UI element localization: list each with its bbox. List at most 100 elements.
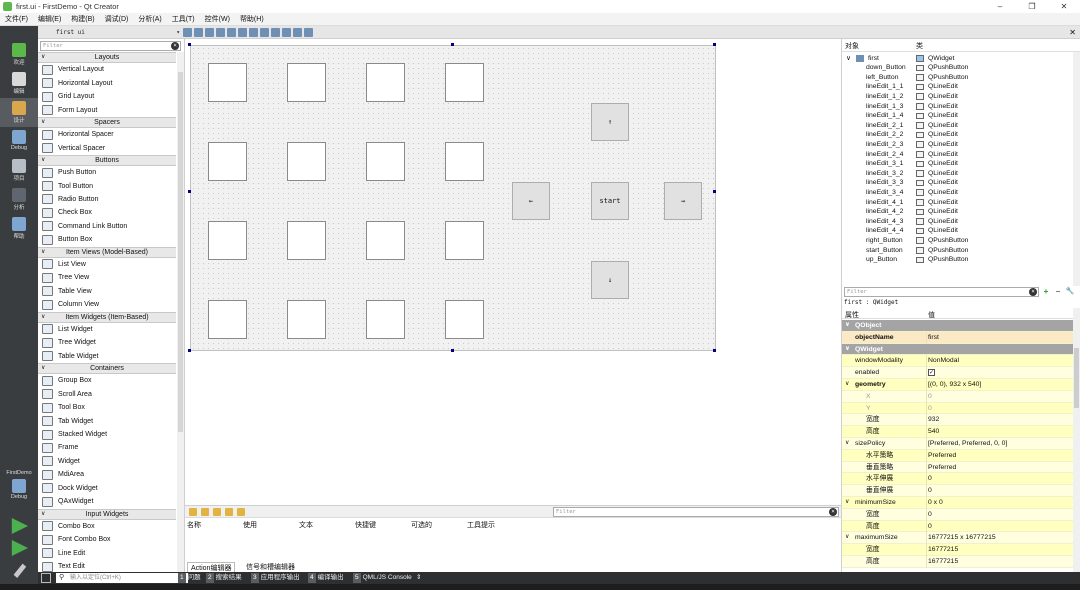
action-filter-input[interactable]: Filter × (553, 507, 839, 517)
scrollbar-thumb[interactable] (178, 72, 183, 432)
mode-3[interactable]: Debug (0, 127, 38, 156)
line-edit-3-2[interactable] (287, 221, 326, 260)
widget-item[interactable]: Command Link Button (38, 220, 176, 233)
property-value[interactable]: 0 (928, 485, 932, 497)
property-value[interactable]: 0 (928, 391, 932, 403)
selection-handle[interactable] (188, 43, 191, 46)
line-edit-3-1[interactable] (208, 221, 247, 260)
property-value[interactable]: 16777215 (928, 544, 958, 556)
line-edit-4-1[interactable] (208, 300, 247, 339)
line-edit-1-3[interactable] (366, 63, 405, 102)
property-value[interactable]: [Preferred, Preferred, 0, 0] (928, 438, 1007, 450)
property-row[interactable]: 水平伸展 0 (842, 473, 1073, 486)
property-value[interactable]: first (928, 332, 939, 344)
edit-widgets-icon[interactable] (183, 28, 192, 37)
minimize-button[interactable]: – (984, 0, 1016, 13)
locator-input[interactable]: ⚲ 输入以定位(Ctrl+K) (56, 573, 188, 583)
new-action-icon[interactable] (189, 508, 197, 516)
property-value[interactable]: Preferred (928, 450, 956, 462)
widget-item[interactable]: Group Box (38, 374, 176, 387)
chevron-down-icon[interactable]: ∨ (845, 532, 849, 544)
property-section[interactable]: ∨ QObject (842, 320, 1073, 332)
scrollbar-thumb[interactable] (1074, 348, 1079, 408)
adjust-size-icon[interactable] (304, 28, 313, 37)
selection-handle[interactable] (188, 190, 191, 193)
delete-action-icon[interactable] (225, 508, 233, 516)
widget-item[interactable]: Vertical Layout (38, 63, 176, 76)
right-button[interactable]: → (664, 182, 702, 220)
property-row[interactable]: ∨ sizePolicy [Preferred, Preferred, 0, 0] (842, 438, 1073, 450)
widget-item[interactable]: Combo Box (38, 520, 176, 533)
object-tree-row[interactable]: lineEdit_4_4 QLineEdit (842, 226, 1072, 236)
kit-selector[interactable]: FirstDemo Debug (0, 470, 38, 510)
widget-item[interactable]: MdiArea (38, 468, 176, 481)
selection-handle[interactable] (188, 349, 191, 352)
build-icon[interactable] (13, 563, 27, 578)
menu-item-7[interactable]: 帮助(H) (235, 14, 269, 24)
object-tree-row[interactable]: lineEdit_2_2 QLineEdit (842, 130, 1072, 140)
widget-item[interactable]: Form Layout (38, 103, 176, 116)
selection-handle[interactable] (451, 349, 454, 352)
widget-category[interactable]: ∨ Spacers (38, 116, 176, 128)
output-tab-2[interactable]: 2 搜索结果 (206, 573, 242, 583)
property-row[interactable]: ∨ minimumSize 0 x 0 (842, 497, 1073, 509)
selection-handle[interactable] (713, 190, 716, 193)
widget-item[interactable]: Vertical Spacer (38, 141, 176, 154)
property-row[interactable]: windowModality NonModal (842, 355, 1073, 368)
widget-category[interactable]: ∨ Buttons (38, 154, 176, 166)
output-tab-5[interactable]: 5 QML/JS Console (353, 573, 412, 583)
property-value[interactable]: 932 (928, 414, 939, 426)
object-inspector-scrollbar[interactable] (1073, 52, 1080, 286)
line-edit-4-2[interactable] (287, 300, 326, 339)
widget-item[interactable]: Tree View (38, 271, 176, 284)
remove-dynamic-property-icon[interactable]: − (1053, 287, 1063, 297)
property-row[interactable]: 宽度 16777215 (842, 544, 1073, 556)
widget-item[interactable]: List View (38, 258, 176, 271)
layout-grid-icon[interactable] (282, 28, 291, 37)
selection-handle[interactable] (713, 349, 716, 352)
object-tree-row[interactable]: lineEdit_1_2 QLineEdit (842, 92, 1072, 102)
mode-5[interactable]: 分析 (0, 185, 38, 214)
property-row[interactable]: 宽度 932 (842, 414, 1073, 427)
line-edit-2-3[interactable] (366, 142, 405, 181)
property-value[interactable]: 0 (928, 403, 932, 415)
menu-item-6[interactable]: 控件(W) (200, 14, 235, 24)
widget-category[interactable]: ∨ Item Widgets (Item-Based) (38, 311, 176, 323)
line-edit-4-4[interactable] (445, 300, 484, 339)
checkbox-checked-icon[interactable]: ✓ (928, 369, 935, 377)
widget-item[interactable]: Scroll Area (38, 387, 176, 400)
down-button[interactable]: ↓ (591, 261, 629, 299)
widget-item[interactable]: Tab Widget (38, 414, 176, 427)
chevron-down-icon[interactable]: ∨ (845, 497, 849, 509)
property-row[interactable]: X0 (842, 390, 1073, 403)
object-tree-row[interactable]: lineEdit_2_3 QLineEdit (842, 140, 1072, 150)
more-tabs-icon[interactable]: ⇕ (416, 573, 421, 583)
property-row[interactable]: objectName first (842, 331, 1073, 344)
widget-item[interactable]: Grid Layout (38, 90, 176, 103)
toggle-sidebar-icon[interactable] (41, 573, 51, 583)
object-tree-row[interactable]: lineEdit_3_1 QLineEdit (842, 159, 1072, 169)
clear-filter-icon[interactable]: × (829, 508, 837, 516)
object-tree-row[interactable]: lineEdit_4_1 QLineEdit (842, 198, 1072, 208)
widget-item[interactable]: Frame (38, 441, 176, 454)
widget-item[interactable]: Widget (38, 455, 176, 468)
property-value[interactable]: 0 (928, 521, 932, 533)
object-tree-row[interactable]: lineEdit_1_4 QLineEdit (842, 111, 1072, 121)
close-document-icon[interactable]: ✕ (1069, 26, 1076, 39)
chevron-down-icon[interactable]: ∨ (846, 54, 851, 64)
open-documents-combo[interactable]: first ui ▾ (52, 27, 182, 38)
configure-icon[interactable] (237, 508, 245, 516)
property-value[interactable]: 0 (928, 473, 932, 485)
property-value[interactable]: 0 (928, 509, 932, 521)
object-tree-row[interactable]: lineEdit_1_3 QLineEdit (842, 102, 1072, 112)
property-row[interactable]: ∨ geometry [(0, 0), 932 x 540] (842, 379, 1073, 391)
chevron-down-icon[interactable]: ∨ (845, 344, 850, 356)
line-edit-1-4[interactable] (445, 63, 484, 102)
mode-1[interactable]: 编辑 (0, 69, 38, 98)
edit-tab-order-icon[interactable] (216, 28, 225, 37)
layout-form-icon[interactable] (271, 28, 280, 37)
property-filter-input[interactable]: Filter × (844, 287, 1039, 297)
close-button[interactable]: ✕ (1048, 0, 1080, 13)
line-edit-3-4[interactable] (445, 221, 484, 260)
property-row[interactable]: 高度 0 (842, 520, 1073, 533)
